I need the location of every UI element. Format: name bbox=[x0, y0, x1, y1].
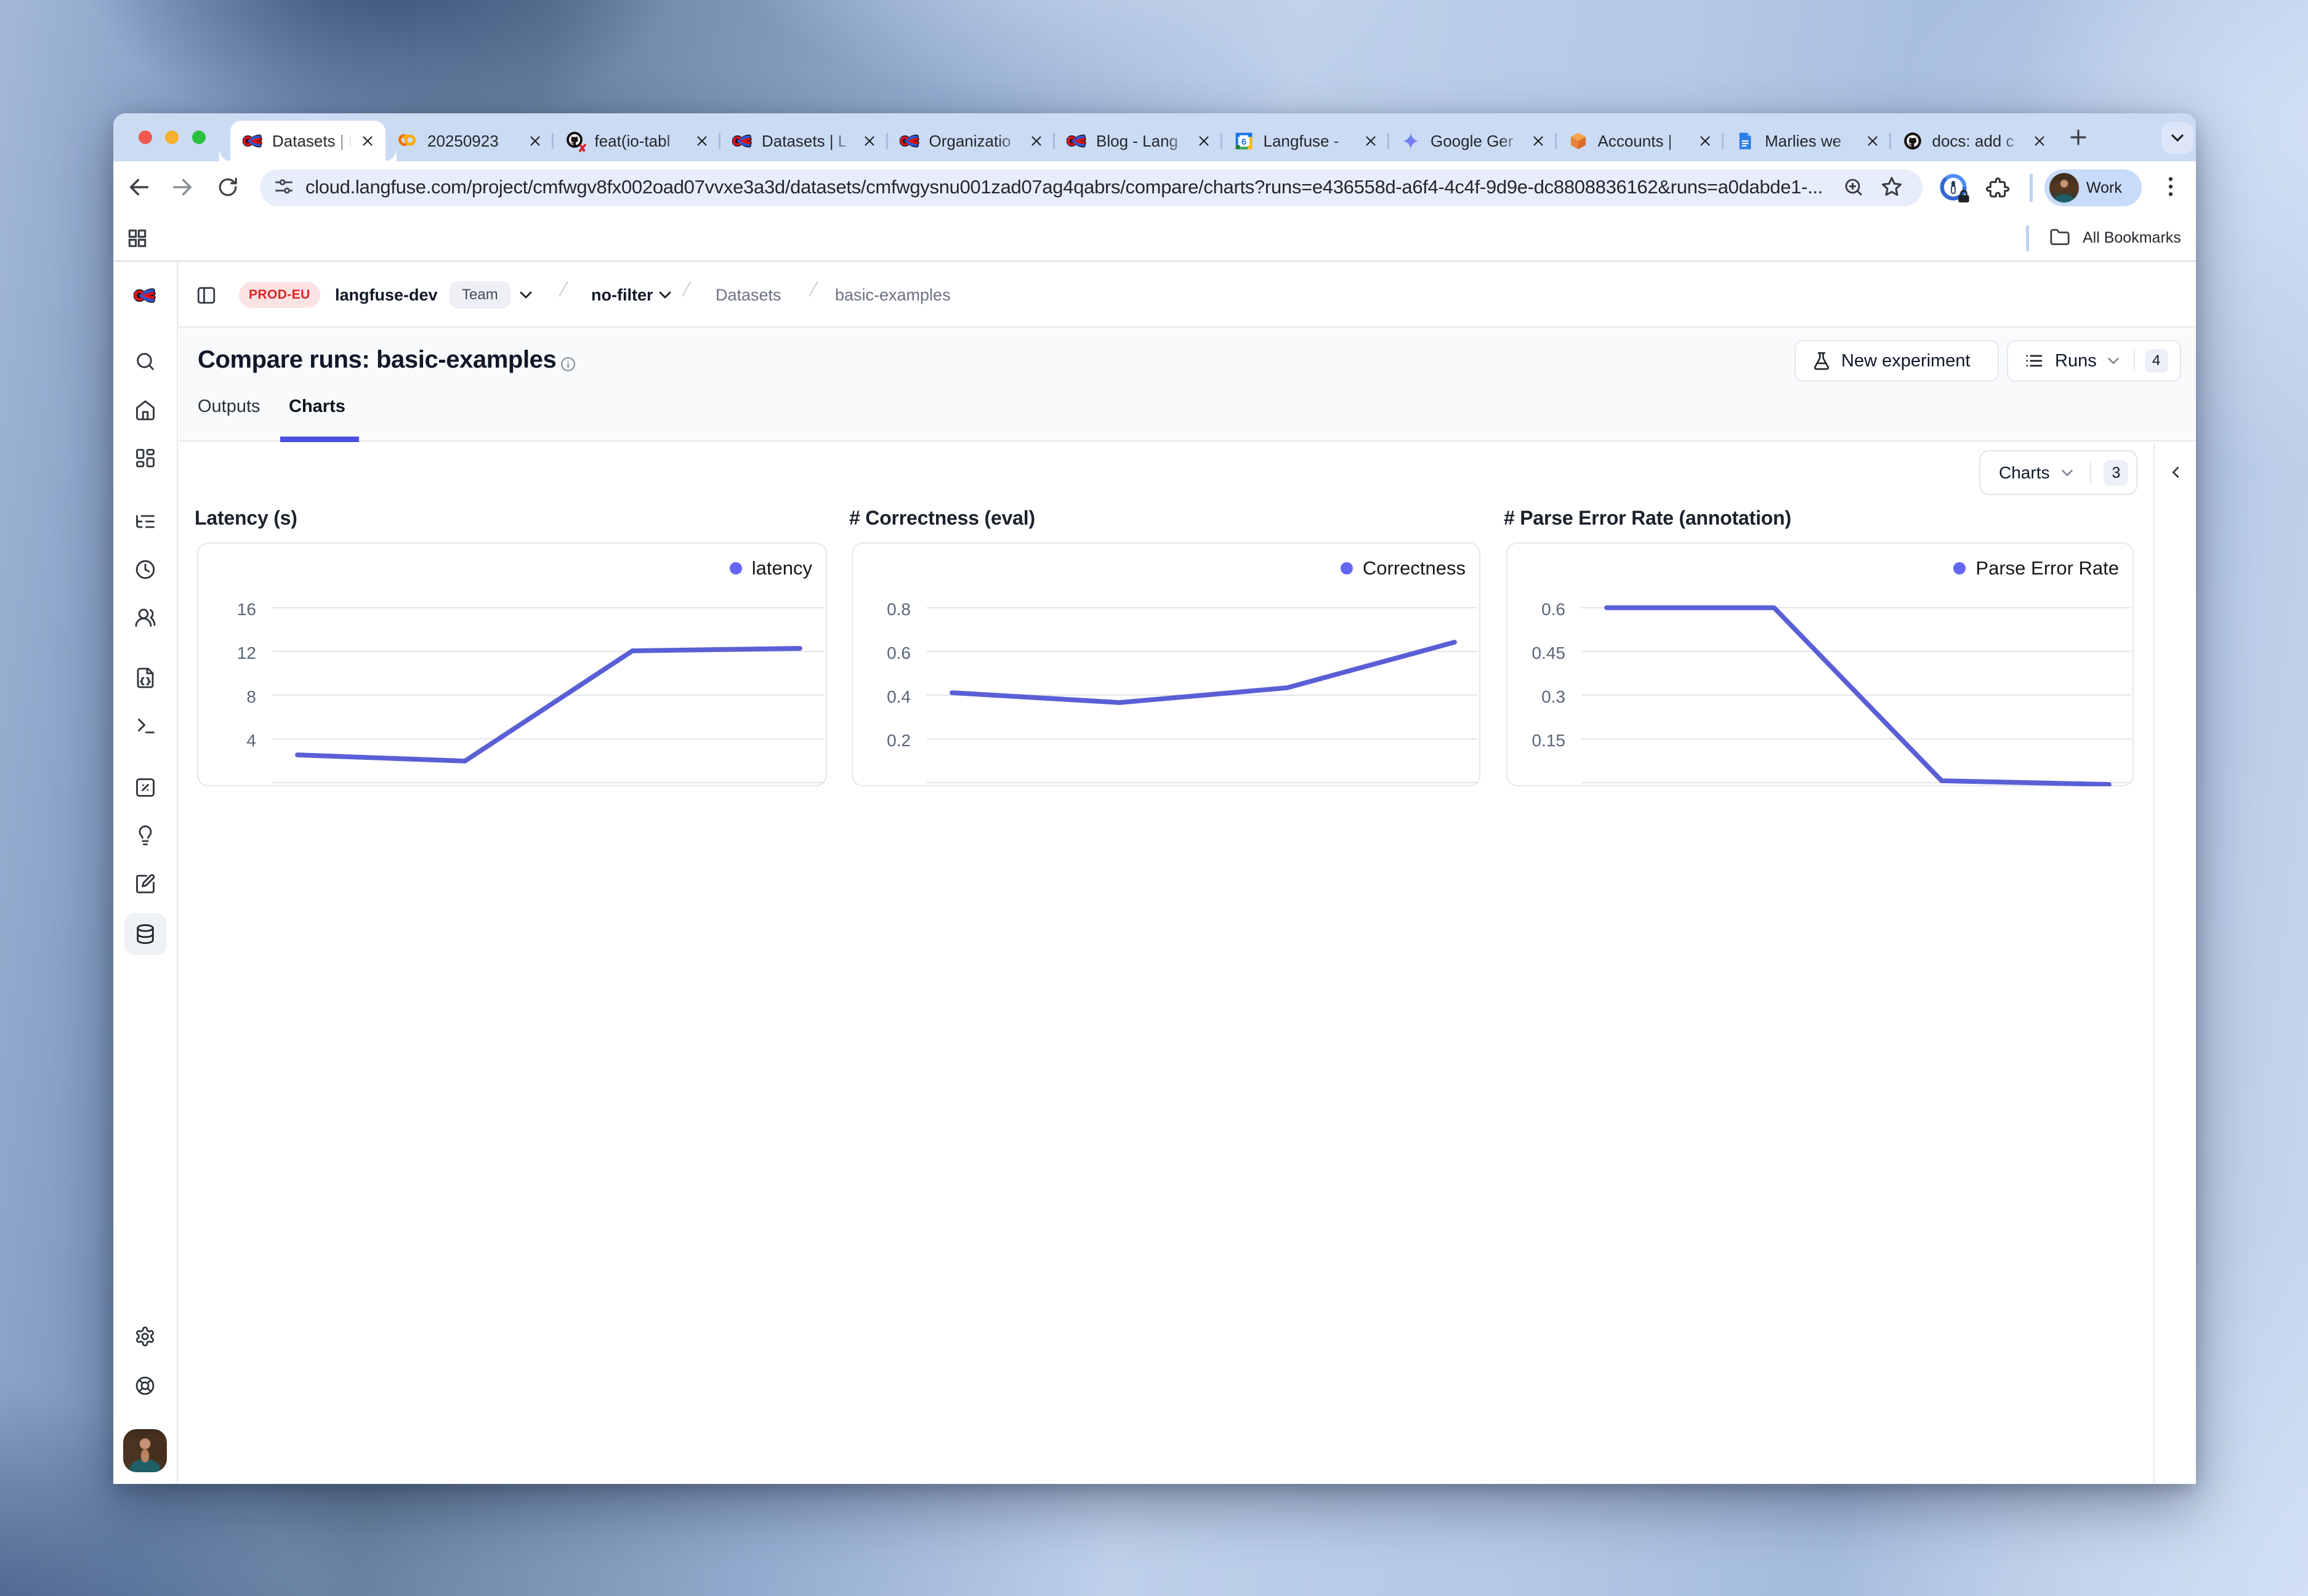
svg-text:6: 6 bbox=[1241, 137, 1246, 147]
